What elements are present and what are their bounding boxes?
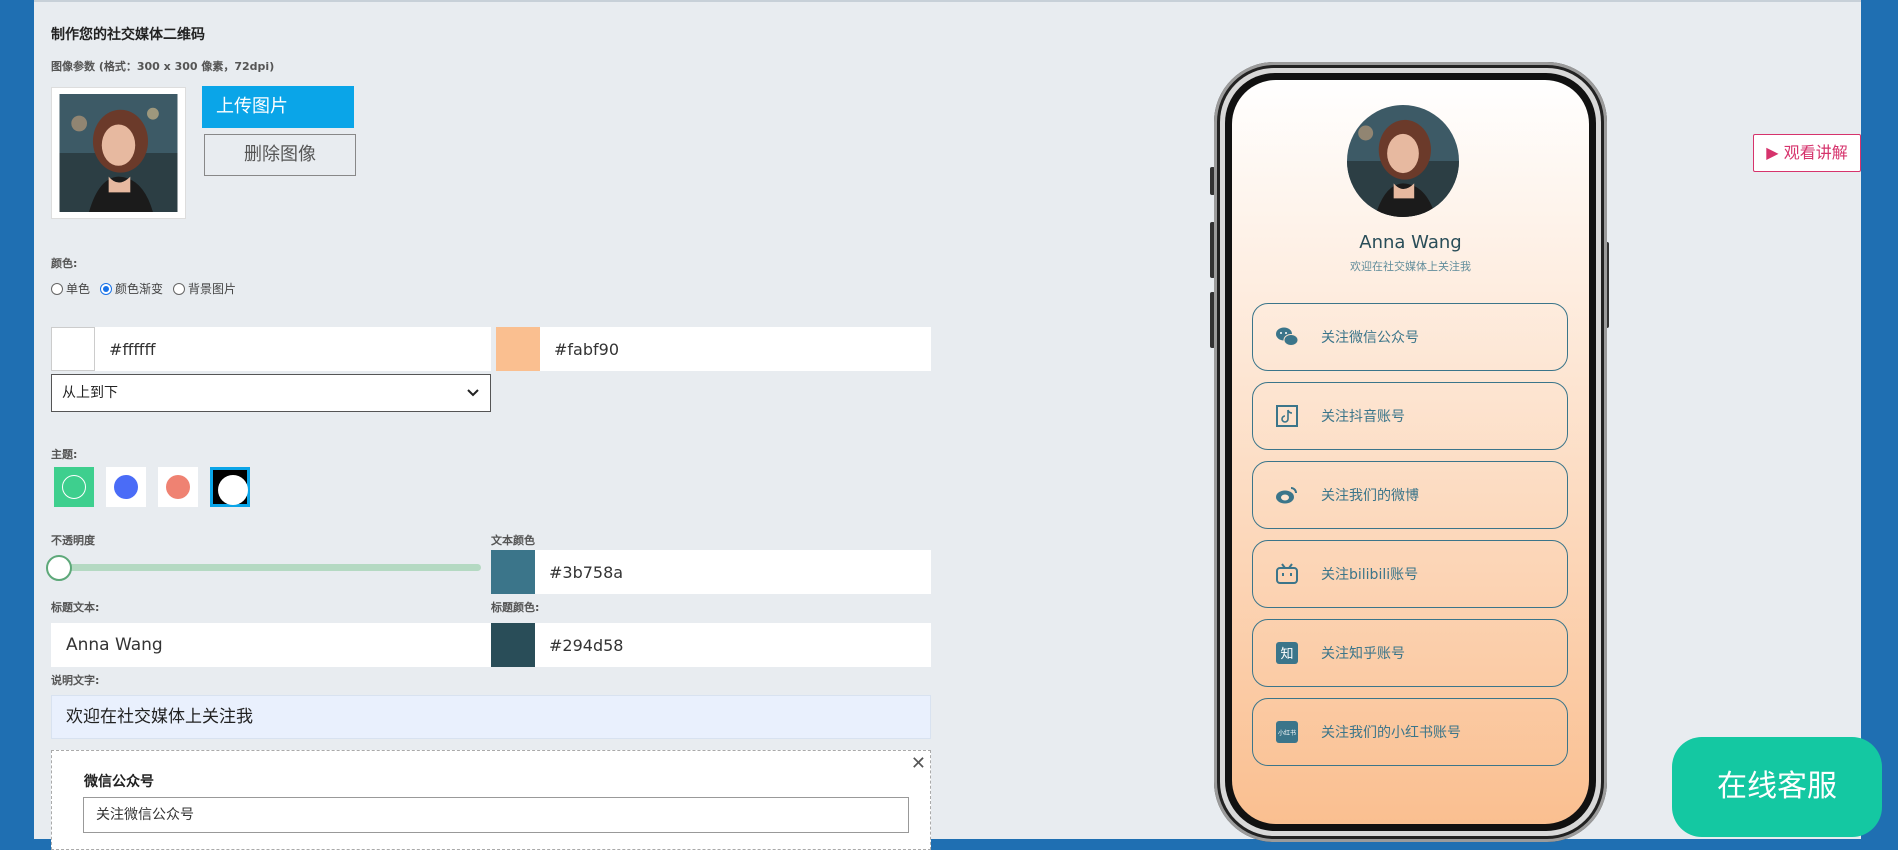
wechat-card-title: 微信公众号: [84, 774, 154, 790]
title-text-label: 标题文本:: [51, 601, 100, 614]
title-color-swatch[interactable]: [491, 623, 535, 667]
radio-gradient-control[interactable]: [100, 282, 113, 295]
gradient-start-value[interactable]: #ffffff: [95, 340, 155, 359]
preview-link-wechat[interactable]: 关注微信公众号: [1252, 303, 1568, 371]
title-color-field[interactable]: #294d58: [491, 623, 931, 667]
radio-gradient[interactable]: 颜色渐变: [100, 280, 163, 297]
theme-black-dot: [218, 475, 248, 505]
chevron-down-icon: [466, 375, 480, 425]
radio-background-image[interactable]: 背景图片: [173, 280, 236, 297]
gradient-start-field[interactable]: #ffffff: [51, 327, 491, 371]
preview-name: Anna Wang: [1359, 232, 1462, 253]
text-color-label: 文本颜色: [491, 534, 535, 547]
svg-text:知: 知: [1280, 646, 1293, 662]
online-service-button[interactable]: 在线客服: [1672, 737, 1882, 837]
preview-link-xiaohongshu[interactable]: 小红书 关注我们的小红书账号: [1252, 698, 1568, 766]
gradient-start-swatch[interactable]: [51, 327, 95, 371]
gradient-end-field[interactable]: #fabf90: [496, 327, 931, 371]
watch-tutorial-label: 观看讲解: [1783, 143, 1848, 162]
radio-background-image-label: 背景图片: [188, 282, 237, 296]
gradient-direction-value: 从上到下: [62, 385, 118, 401]
avatar-photo: [59, 94, 178, 212]
preview-link-label: 关注微信公众号: [1321, 330, 1419, 346]
play-icon: ▶: [1766, 143, 1779, 162]
preview-description: 欢迎在社交媒体上关注我: [1350, 260, 1471, 273]
radio-solid[interactable]: 单色: [51, 280, 90, 297]
opacity-slider-track[interactable]: [51, 564, 481, 571]
weibo-icon: [1275, 483, 1299, 507]
radio-gradient-label: 颜色渐变: [115, 282, 164, 296]
theme-options: [54, 467, 250, 507]
title-text-input[interactable]: Anna Wang: [51, 623, 491, 667]
preview-link-label: 关注我们的微博: [1321, 488, 1419, 504]
theme-blue-dot: [114, 475, 138, 499]
svg-text:小红书: 小红书: [1278, 729, 1296, 737]
zhihu-icon: 知: [1275, 641, 1299, 665]
description-input[interactable]: 欢迎在社交媒体上关注我: [51, 695, 931, 739]
gradient-end-value[interactable]: #fabf90: [540, 340, 619, 359]
theme-salmon[interactable]: [158, 467, 198, 507]
preview-link-label: 关注抖音账号: [1321, 409, 1405, 425]
page-title: 制作您的社交媒体二维码: [51, 27, 205, 43]
preview-link-douyin[interactable]: 关注抖音账号: [1252, 382, 1568, 450]
wechat-icon: [1275, 325, 1299, 349]
theme-label: 主题:: [51, 448, 78, 461]
douyin-icon: [1275, 404, 1299, 428]
radio-background-image-control[interactable]: [173, 282, 186, 295]
preview-link-label: 关注bilibili账号: [1321, 567, 1419, 583]
editor-panel: 制作您的社交媒体二维码 图像参数 (格式：300 x 300 像素，72dpi)…: [34, 0, 1882, 850]
theme-green-dot: [62, 475, 86, 499]
description-label: 说明文字:: [51, 674, 100, 687]
preview-link-bilibili[interactable]: 关注bilibili账号: [1252, 540, 1568, 608]
preview-avatar: [1347, 105, 1459, 217]
preview-link-zhihu[interactable]: 知 关注知乎账号: [1252, 619, 1568, 687]
preview-link-label: 关注我们的小红书账号: [1321, 725, 1461, 741]
wechat-card-input[interactable]: 关注微信公众号: [83, 797, 909, 833]
color-label: 颜色:: [51, 257, 78, 270]
radio-solid-control[interactable]: [51, 282, 63, 295]
text-color-value[interactable]: #3b758a: [535, 563, 623, 582]
preview-avatar-photo: [1347, 105, 1459, 217]
title-color-value[interactable]: #294d58: [535, 636, 623, 655]
theme-blue[interactable]: [106, 467, 146, 507]
title-color-label: 标题颜色:: [491, 601, 540, 614]
delete-image-button[interactable]: 删除图像: [204, 134, 356, 176]
xiaohongshu-icon: 小红书: [1275, 720, 1299, 744]
text-color-field[interactable]: #3b758a: [491, 550, 931, 594]
theme-black[interactable]: [210, 467, 250, 507]
theme-salmon-dot: [166, 475, 190, 499]
preview-link-weibo[interactable]: 关注我们的微博: [1252, 461, 1568, 529]
gradient-end-swatch[interactable]: [496, 327, 540, 371]
theme-green[interactable]: [54, 467, 94, 507]
text-color-swatch[interactable]: [491, 550, 535, 594]
preview-link-label: 关注知乎账号: [1321, 646, 1405, 662]
gradient-direction-select[interactable]: 从上到下: [51, 374, 491, 412]
color-mode-radios: 单色 颜色渐变 背景图片: [51, 280, 236, 297]
radio-solid-label: 单色: [66, 282, 91, 296]
opacity-label: 不透明度: [51, 534, 95, 547]
wechat-link-card: 微信公众号 关注微信公众号 ✕: [51, 750, 931, 850]
close-icon[interactable]: ✕: [911, 753, 926, 774]
bilibili-icon: [1275, 562, 1299, 586]
phone-preview: Anna Wang 欢迎在社交媒体上关注我 关注微信公众号 关注抖音账号 关注我…: [1214, 62, 1607, 842]
image-params-hint: 图像参数 (格式：300 x 300 像素，72dpi): [51, 60, 275, 73]
opacity-slider-handle[interactable]: [46, 555, 72, 581]
upload-image-button[interactable]: 上传图片: [202, 86, 354, 128]
watch-tutorial-button[interactable]: ▶ 观看讲解: [1753, 134, 1861, 172]
avatar-preview: [51, 87, 186, 219]
phone-screen: Anna Wang 欢迎在社交媒体上关注我 关注微信公众号 关注抖音账号 关注我…: [1232, 80, 1589, 824]
